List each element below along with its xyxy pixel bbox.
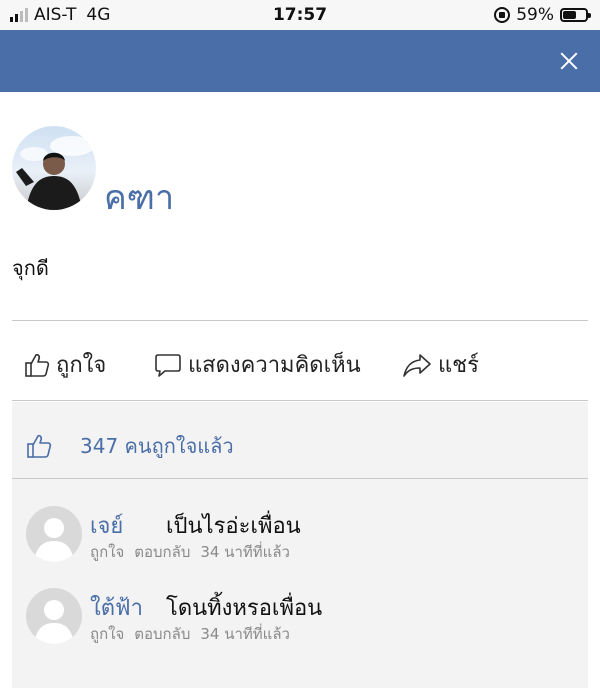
default-avatar-icon — [34, 600, 74, 644]
post-text: จุกดี — [12, 256, 49, 280]
comment-reply-link[interactable]: ตอบกลับ — [134, 622, 190, 646]
commenter-avatar[interactable] — [26, 588, 82, 644]
rotation-lock-icon — [494, 7, 511, 23]
thumbs-up-icon — [25, 353, 50, 377]
comment-time: 34 นาทีที่แล้ว — [200, 625, 290, 643]
commenter-name[interactable]: เจย์ — [90, 508, 123, 543]
thumbs-up-icon — [27, 434, 52, 458]
like-button[interactable]: ถูกใจ — [24, 347, 106, 382]
author-avatar[interactable] — [12, 126, 96, 210]
comment-time: 34 นาทีที่แล้ว — [200, 543, 290, 561]
close-icon[interactable] — [552, 44, 586, 78]
post-actions: ถูกใจ แสดงความคิดเห็น แชร์ — [0, 335, 600, 391]
comment-item: เจย์ เป็นไรอ่ะเพื่อน ถูกใจ ตอบกลับ 34 นา… — [26, 506, 586, 576]
comment-like-link[interactable]: ถูกใจ — [90, 540, 124, 564]
battery-icon — [560, 8, 591, 22]
divider — [12, 400, 588, 401]
like-label: ถูกใจ — [56, 353, 107, 378]
avatar-photo — [16, 136, 94, 210]
share-arrow-icon — [403, 353, 431, 377]
commenter-name[interactable]: ใต้ฟ้า — [90, 590, 143, 625]
status-bar: AIS-T 4G 17:57 59% — [0, 0, 600, 30]
comment-text: เป็นไรอ่ะเพื่อน — [166, 514, 301, 539]
reactions-panel: 347 คนถูกใจแล้ว เจย์ เป็นไรอ่ะเพื่อน ถูก… — [12, 402, 588, 688]
divider — [12, 320, 588, 321]
share-button[interactable]: แชร์ — [402, 347, 479, 382]
likes-count: 347 คนถูกใจแล้ว — [80, 434, 234, 458]
status-bar-right: 59% — [494, 5, 591, 25]
share-label: แชร์ — [438, 353, 479, 378]
commenter-avatar[interactable] — [26, 506, 82, 562]
author-name[interactable]: คฑา — [104, 170, 174, 224]
comment-text: โดนทิ้งหรอเพื่อน — [166, 596, 323, 621]
default-avatar-icon — [34, 518, 74, 562]
comment-reply-link[interactable]: ตอบกลับ — [134, 540, 190, 564]
top-bar — [0, 30, 600, 92]
comment-item: ใต้ฟ้า โดนทิ้งหรอเพื่อน ถูกใจ ตอบกลับ 34… — [26, 588, 586, 658]
comment-label: แสดงความคิดเห็น — [188, 353, 361, 378]
comment-bubble-icon — [155, 353, 181, 377]
battery-percent: 59% — [516, 5, 554, 25]
comment-meta: ถูกใจ ตอบกลับ 34 นาทีที่แล้ว — [90, 622, 290, 646]
comment-button[interactable]: แสดงความคิดเห็น — [154, 347, 361, 382]
comment-meta: ถูกใจ ตอบกลับ 34 นาทีที่แล้ว — [90, 540, 290, 564]
divider — [12, 478, 588, 479]
likes-summary[interactable]: 347 คนถูกใจแล้ว — [26, 430, 234, 462]
comment-like-link[interactable]: ถูกใจ — [90, 622, 124, 646]
